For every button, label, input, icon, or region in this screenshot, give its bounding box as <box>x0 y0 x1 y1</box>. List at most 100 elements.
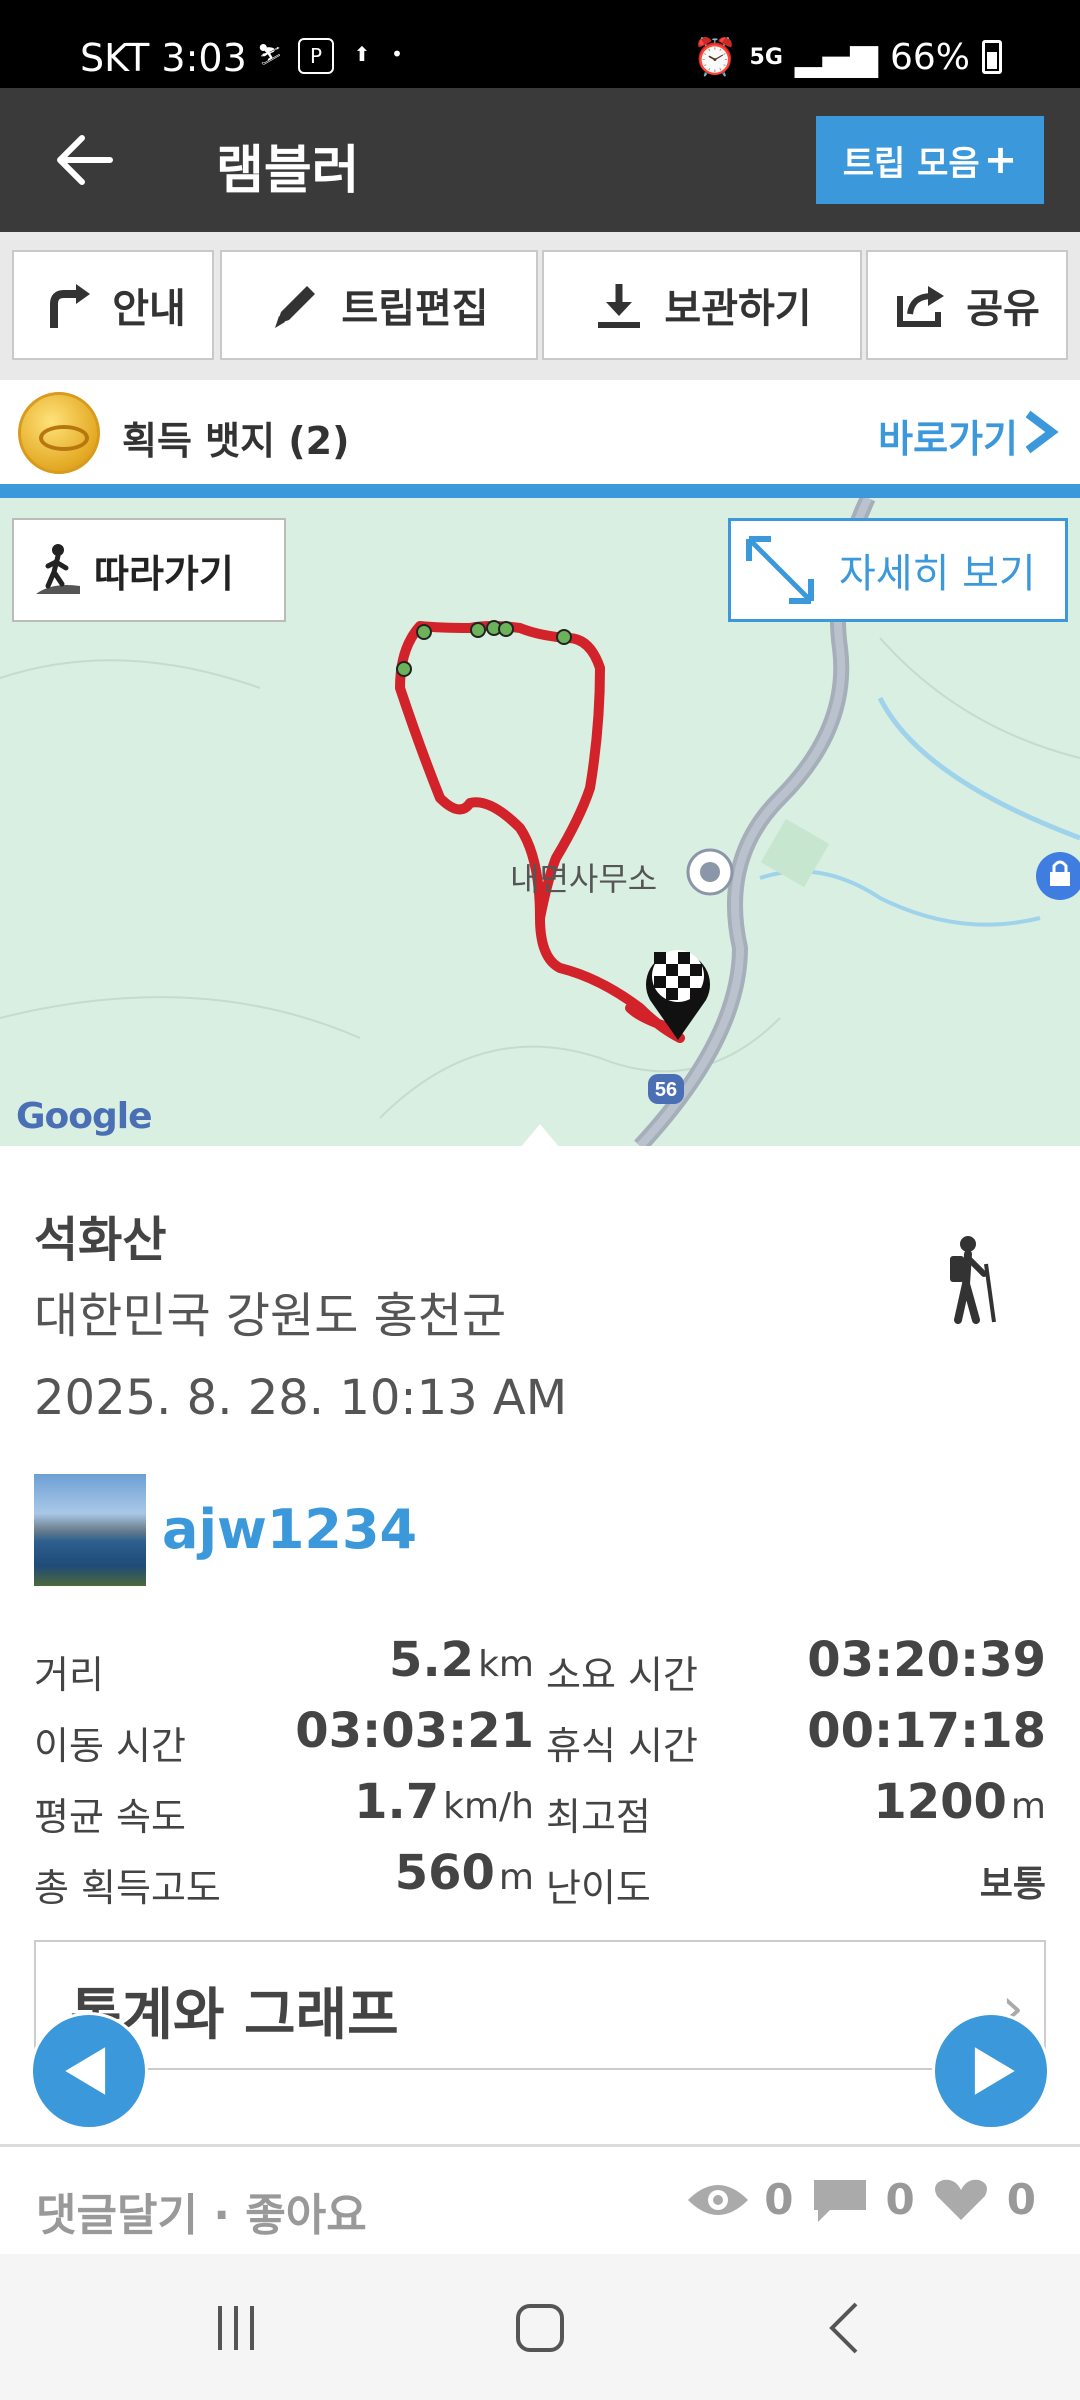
trip-datetime: 2025. 8. 28. 10:13 AM <box>34 1370 568 1426</box>
follow-label: 따라가기 <box>94 551 234 596</box>
more-dot-icon: • <box>391 42 403 66</box>
trip-collection-label: 트립 모음 <box>842 143 980 184</box>
distance-number: 5.2 <box>389 1632 475 1688</box>
like-count: 0 <box>1006 2175 1036 2224</box>
hiking-icon <box>950 1236 996 1324</box>
social-bar: 댓글달기 · 좋아요 0 0 0 <box>0 2144 1080 2254</box>
edit-trip-label: 트립편집 <box>341 286 489 332</box>
trip-name: 석화산 <box>34 1212 167 1268</box>
chevron-right-icon <box>1025 410 1059 454</box>
app-notification-icon: P <box>298 38 334 74</box>
notification-icon: ⛷ <box>257 42 283 66</box>
place-pin-icon <box>686 848 734 896</box>
stats-row: 총 획득고도 560 m 난이도 보통 <box>34 1841 1046 1912</box>
carrier-text: SKT <box>80 36 150 80</box>
road-number: 56 <box>655 1079 677 1101</box>
alarm-icon: ⏰ <box>692 37 738 78</box>
status-bar: SKT 3:03 ⛷ P ⬆ • ⏰ 5G ▂▄▆ 66% <box>0 0 1080 88</box>
elevation-gain-unit: m <box>498 1857 534 1898</box>
badge-count: 획득 뱃지 (2) <box>122 419 350 463</box>
status-right: ⏰ 5G ▂▄▆ 66% <box>693 36 1002 78</box>
max-altitude-unit: m <box>1010 1786 1046 1827</box>
avg-speed-value: 1.7 km/h <box>354 1774 534 1830</box>
view-count: 0 <box>764 2175 794 2224</box>
status-time: 3:03 <box>161 36 247 80</box>
save-label: 보관하기 <box>664 286 812 332</box>
elevation-gain-label: 총 획득고도 <box>34 1866 221 1910</box>
comment-count: 0 <box>885 2175 915 2224</box>
shopping-pin-icon <box>1036 852 1080 900</box>
rest-time-label: 휴식 시간 <box>546 1724 698 1768</box>
avg-speed-unit: km/h <box>443 1786 534 1827</box>
distance-label: 거리 <box>34 1653 104 1697</box>
comment-icon[interactable] <box>808 2176 872 2224</box>
edit-trip-button[interactable]: 트립편집 <box>220 250 538 360</box>
action-toolbar: 안내 트립편집 보관하기 공유 <box>0 232 1080 380</box>
trip-stats: 거리 5.2 km 소요 시간 03:20:39 이동 시간 03:03:21 휴… <box>34 1628 1046 1912</box>
route-map[interactable]: 56 따라가기 자세히 보기 내면사무소 Google <box>0 498 1080 1146</box>
next-trip-button[interactable] <box>932 2012 1050 2130</box>
view-detail-label: 자세히 보기 <box>839 551 1036 597</box>
follow-button[interactable]: 따라가기 <box>12 518 286 622</box>
max-altitude-number: 1200 <box>873 1774 1007 1830</box>
expand-icon <box>746 536 814 604</box>
status-carrier: SKT 3:03 <box>80 36 247 80</box>
signal-icon: ▂▄▆ <box>794 36 878 78</box>
avg-speed-number: 1.7 <box>354 1774 440 1830</box>
stats-graph-button[interactable]: 통계와 그래프 › <box>34 1940 1046 2070</box>
badge-medal-icon <box>18 392 100 474</box>
app-header: 램블러 트립 모음 + <box>0 88 1080 232</box>
page-title: 램블러 <box>216 141 360 201</box>
heart-icon[interactable] <box>929 2176 993 2224</box>
system-back-icon[interactable] <box>816 2298 876 2358</box>
distance-value: 5.2 km <box>389 1632 534 1688</box>
elevation-gain-value: 560 m <box>395 1845 534 1901</box>
rest-time-value: 00:17:18 <box>807 1703 1046 1759</box>
network-icon: 5G <box>749 44 783 70</box>
stats-row: 평균 속도 1.7 km/h 최고점 1200 m <box>34 1770 1046 1841</box>
divider-line <box>0 484 1080 498</box>
previous-trip-button[interactable] <box>30 2012 148 2130</box>
max-altitude-label: 최고점 <box>546 1795 651 1839</box>
download-icon <box>598 284 641 328</box>
share-button[interactable]: 공유 <box>866 250 1068 360</box>
distance-unit: km <box>478 1644 534 1685</box>
difficulty-value: 보통 <box>979 1864 1046 1905</box>
pencil-icon <box>275 286 316 328</box>
recent-apps-icon[interactable] <box>206 2298 266 2358</box>
hiker-walking-icon <box>36 544 80 594</box>
guide-button[interactable]: 안내 <box>12 250 214 360</box>
badge-shortcut-link[interactable]: 바로가기 <box>878 408 1018 463</box>
share-icon <box>897 286 945 327</box>
moving-time-value: 03:03:21 <box>295 1703 534 1759</box>
stats-row: 거리 5.2 km 소요 시간 03:20:39 <box>34 1628 1046 1699</box>
view-detail-button[interactable]: 자세히 보기 <box>728 518 1068 622</box>
plus-icon: + <box>983 137 1018 183</box>
trip-collection-button[interactable]: 트립 모음 + <box>816 116 1044 204</box>
google-attribution: Google <box>16 1096 153 1137</box>
map-pointer <box>520 1124 560 1148</box>
moving-time-label: 이동 시간 <box>34 1724 186 1768</box>
share-label: 공유 <box>966 286 1040 332</box>
max-altitude-value: 1200 m <box>873 1774 1046 1830</box>
avg-speed-label: 평균 속도 <box>34 1795 186 1839</box>
notification-icons: ⛷ P ⬆ • <box>252 38 404 74</box>
back-arrow-icon[interactable] <box>52 128 116 192</box>
username-link[interactable]: ajw1234 <box>162 1498 417 1561</box>
save-button[interactable]: 보관하기 <box>542 250 862 360</box>
turn-right-icon <box>50 284 91 328</box>
social-counts: 0 0 0 <box>686 2175 1036 2224</box>
map-place-label: 내면사무소 <box>510 860 658 898</box>
trip-region: 대한민국 강원도 홍천군 <box>34 1288 507 1344</box>
duration-value: 03:20:39 <box>807 1632 1046 1688</box>
avatar[interactable] <box>34 1474 146 1586</box>
comment-like-link[interactable]: 댓글달기 · 좋아요 <box>36 2179 367 2243</box>
eye-icon <box>688 2184 749 2215</box>
badge-row[interactable]: 획득 뱃지 (2) 바로가기 <box>0 380 1080 484</box>
system-nav-bar <box>0 2254 1080 2400</box>
difficulty-label: 난이도 <box>546 1866 651 1910</box>
battery-text: 66% <box>889 36 970 78</box>
home-icon[interactable] <box>510 2298 570 2358</box>
stats-row: 이동 시간 03:03:21 휴식 시간 00:17:18 <box>34 1699 1046 1770</box>
guide-label: 안내 <box>112 286 186 332</box>
